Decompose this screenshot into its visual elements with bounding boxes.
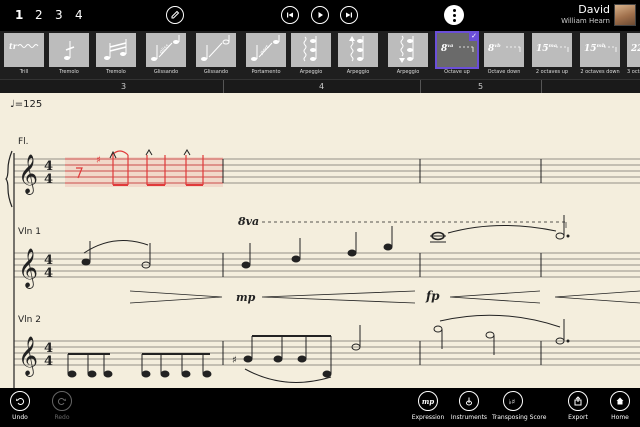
bar-ruler[interactable]: 3 4 5 <box>0 79 640 94</box>
palette-item-octave-up[interactable]: 8va ✓ Octave up <box>435 31 479 77</box>
transposing-score-button[interactable]: ♭♯ Transposing Score <box>492 391 546 421</box>
palette-label: Octave up <box>444 69 470 75</box>
palette-item-octave-down[interactable]: 8vb Octave down <box>484 33 524 77</box>
tremolo-double-icon <box>104 39 127 60</box>
play-icon[interactable] <box>311 6 329 24</box>
svg-text:4: 4 <box>44 266 53 281</box>
page-tab-2[interactable]: 2 <box>35 8 43 22</box>
palette-label: 2 octaves up <box>535 69 569 75</box>
check-icon: ✓ <box>469 31 479 41</box>
arpeggio-icon <box>303 36 317 62</box>
expression-icon: mp <box>418 391 438 411</box>
palette-label: Glissando <box>203 69 229 75</box>
svg-text:gliss.: gliss. <box>158 42 171 55</box>
redo-icon <box>52 391 72 411</box>
more-icon[interactable] <box>444 5 464 25</box>
export-button[interactable]: Export <box>558 391 598 421</box>
palette-label: Octave down <box>487 69 521 75</box>
skip-back-icon[interactable] <box>281 6 299 24</box>
home-button[interactable]: Home <box>600 391 640 421</box>
palette-item-glissando-down[interactable]: Glissando <box>196 33 236 77</box>
top-bar: 1 2 3 4 David William Hearn <box>0 0 640 31</box>
redo-button[interactable]: Redo <box>42 391 82 421</box>
palette-label: Trill <box>19 69 29 75</box>
palette-item-three-octaves-up[interactable]: 22ma 3 octaves up <box>627 33 640 77</box>
palette-item-two-octaves-up[interactable]: 15ma 2 octaves up <box>532 33 572 77</box>
palette-item-two-octaves-down[interactable]: 15mb 2 octaves down <box>580 33 620 77</box>
svg-text:♯: ♯ <box>232 355 237 366</box>
dynamic-fp[interactable]: fp <box>426 289 440 303</box>
palette-item-glissando-up[interactable]: gliss. Glissando <box>146 33 186 77</box>
octave-marking[interactable]: 8va <box>238 215 259 228</box>
glissando-down-icon <box>201 35 230 61</box>
tempo-marking[interactable]: ♩=125 <box>10 99 42 110</box>
svg-text:♯: ♯ <box>96 155 101 166</box>
dynamic-mp[interactable]: mp <box>236 291 255 304</box>
bar-number: 3 <box>121 82 127 91</box>
instruments-icon <box>459 391 479 411</box>
svg-text:𝄞: 𝄞 <box>18 336 38 377</box>
palette-label: Tremolo <box>59 69 79 75</box>
arpeggio-up-icon <box>349 36 364 62</box>
transposing-score-icon: ♭♯ <box>503 391 523 411</box>
palette-item-tremolo-double[interactable]: Tremolo <box>96 33 136 77</box>
skip-forward-icon[interactable] <box>340 6 358 24</box>
bar-number: 4 <box>319 82 325 91</box>
bar-number: 5 <box>478 82 484 91</box>
undo-button[interactable]: Undo <box>0 391 40 421</box>
svg-text:4: 4 <box>44 172 53 187</box>
palette-label: 2 octaves down <box>580 69 620 75</box>
instruments-button[interactable]: Instruments <box>449 391 489 421</box>
trill-icon: tr <box>9 41 39 51</box>
treble-clef: 𝄞 <box>18 154 38 195</box>
palette-label: Glissando <box>153 69 179 75</box>
palette-item-tremolo[interactable]: Tremolo <box>49 33 89 77</box>
portamento-icon: port. <box>251 35 280 61</box>
svg-text:4: 4 <box>44 354 53 369</box>
palette-label: Tremolo <box>106 69 126 75</box>
page-tab-3[interactable]: 3 <box>55 8 63 22</box>
palette-label: Portamento <box>251 69 281 75</box>
user-subtitle: William Hearn <box>561 17 610 25</box>
home-icon <box>610 391 630 411</box>
svg-text:tr: tr <box>9 41 18 51</box>
palette-item-arpeggio[interactable]: Arpeggio <box>291 33 331 77</box>
notation-palette: tr Trill Tremolo Tremolo gliss. Glissand… <box>0 31 640 79</box>
expression-button[interactable]: mp Expression <box>408 391 448 421</box>
pencil-icon[interactable] <box>166 6 184 24</box>
page-tab-4[interactable]: 4 <box>75 8 83 22</box>
user-name: David <box>578 3 610 16</box>
svg-text:𝄞: 𝄞 <box>18 248 38 289</box>
score-canvas[interactable]: 𝄞 44 𝄞 44 𝄞 44 ♯ ♯ ♩=125 Fl. Vln 1 Vln 2… <box>0 93 640 388</box>
page-tab-1[interactable]: 1 <box>15 8 23 22</box>
avatar[interactable] <box>614 4 636 26</box>
svg-text:♭♯: ♭♯ <box>509 398 516 406</box>
instrument-label-flute: Fl. <box>18 137 29 147</box>
arpeggio-down-icon <box>399 35 414 63</box>
palette-item-arpeggio-down[interactable]: Arpeggio <box>388 33 428 77</box>
palette-item-trill[interactable]: tr Trill <box>4 33 44 77</box>
three-octaves-up-icon: 22ma <box>631 44 640 54</box>
glissando-up-icon: gliss. <box>151 35 180 61</box>
palette-label: Arpeggio <box>299 69 323 75</box>
palette-label: Arpeggio <box>396 69 420 75</box>
instrument-label-violin-2: Vln 2 <box>18 315 41 325</box>
palette-label: Arpeggio <box>346 69 370 75</box>
export-icon <box>568 391 588 411</box>
score-notation: 𝄞 44 𝄞 44 𝄞 44 ♯ ♯ <box>5 149 640 388</box>
palette-label: 3 octaves up <box>627 69 640 75</box>
app-bar: Undo Redo mp Expression Instruments ♭♯ T… <box>0 388 640 427</box>
palette-item-arpeggio-up[interactable]: Arpeggio <box>338 33 378 77</box>
tremolo-icon <box>64 41 75 60</box>
instrument-label-violin-1: Vln 1 <box>18 227 41 237</box>
palette-item-portamento[interactable]: port. Portamento <box>246 33 286 77</box>
undo-icon <box>10 391 30 411</box>
